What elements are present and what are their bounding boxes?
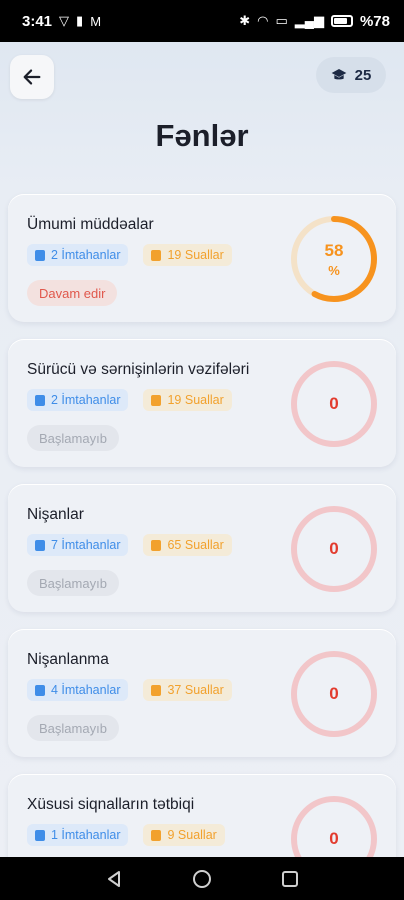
progress-ring: 0: [289, 794, 379, 857]
page-title: Fənlər: [155, 118, 249, 153]
question-count-chip: 9 Suallar: [143, 824, 225, 846]
progress-ring: 0: [289, 504, 379, 594]
question-count: 19 Suallar: [167, 393, 224, 407]
subject-title: Nişanlar: [27, 506, 84, 523]
subject-stats: 2 İmtahanlar 19 Suallar: [27, 244, 232, 266]
bluetooth-icon: ✱: [239, 13, 251, 28]
exam-icon: [35, 394, 45, 406]
subject-stats: 7 İmtahanlar 65 Suallar: [27, 534, 232, 556]
gmail-icon: M: [90, 13, 102, 29]
status-time: 3:41: [22, 12, 53, 30]
progress-value: 0: [329, 684, 339, 703]
subject-stats: 1 İmtahanlar 9 Suallar: [27, 824, 225, 846]
header: 25 Fənlər: [0, 42, 404, 177]
subject-card[interactable]: Nişanlanma 4 İmtahanlar 37 Suallar Başlamay…: [8, 629, 396, 757]
question-icon: [151, 829, 162, 841]
progress-label: 0: [289, 504, 379, 594]
question-icon: [151, 394, 162, 406]
graduation-cap-icon: [331, 69, 346, 80]
vpn-icon: ▽: [59, 13, 70, 28]
wifi-icon: ◠: [257, 13, 269, 28]
exam-count: 7 İmtahanlar: [51, 538, 121, 552]
subject-stats: 4 İmtahanlar 37 Suallar: [27, 679, 232, 701]
exam-count-chip: 4 İmtahanlar: [27, 679, 129, 701]
question-count: 37 Suallar: [167, 683, 224, 697]
question-count-chip: 65 Suallar: [143, 534, 232, 556]
progress-label: 0: [289, 794, 379, 857]
nav-home-icon[interactable]: [192, 869, 212, 889]
progress-value: 58: [324, 240, 344, 260]
exam-icon: [35, 249, 45, 261]
signal-icon: ▂▄▆: [294, 13, 324, 28]
progress-value: 0: [329, 539, 339, 558]
exam-count-chip: 2 İmtahanlar: [27, 244, 129, 266]
exam-icon: [35, 539, 45, 551]
exam-count: 1 İmtahanlar: [51, 828, 121, 842]
subject-card[interactable]: Nişanlar 7 İmtahanlar 65 Suallar Başlamayıb…: [8, 484, 396, 612]
question-count: 9 Suallar: [167, 828, 217, 842]
progress-ring: 0: [289, 359, 379, 449]
status-badge: Davam edir: [27, 280, 118, 306]
question-icon: [151, 249, 162, 261]
status-badge: Başlamayıb: [27, 715, 119, 741]
subject-card[interactable]: Ümumi müddəalar 2 İmtahanlar 19 Suallar Dav…: [8, 194, 396, 322]
question-icon: [151, 684, 162, 696]
question-count-chip: 19 Suallar: [143, 389, 232, 411]
xp-count: 25: [354, 66, 372, 84]
exam-icon: [35, 829, 45, 841]
subject-card[interactable]: Xüsusi siqnalların tətbiqi 1 İmtahanlar 9 …: [8, 774, 396, 857]
question-count-chip: 19 Suallar: [143, 244, 232, 266]
question-count: 19 Suallar: [167, 248, 224, 262]
question-icon: [151, 539, 162, 551]
exam-count: 4 İmtahanlar: [51, 683, 121, 697]
exam-count-chip: 2 İmtahanlar: [27, 389, 129, 411]
question-count: 65 Suallar: [167, 538, 224, 552]
app-screen: 25 Fənlər Ümumi müddəalar 2 İmtahanlar 19 …: [0, 42, 404, 857]
exam-count: 2 İmtahanlar: [51, 248, 121, 262]
progress-label: 58%: [289, 214, 379, 304]
nav-recents-icon[interactable]: [280, 869, 300, 889]
progress-ring: 0: [289, 649, 379, 739]
progress-value: 0: [329, 394, 339, 413]
question-count-chip: 37 Suallar: [143, 679, 232, 701]
arrow-left-icon: [23, 69, 41, 85]
progress-ring: 58%: [289, 214, 379, 304]
status-badge: Başlamayıb: [27, 570, 119, 596]
sim-icon: ▮: [76, 13, 84, 28]
hd-icon: ▭: [275, 13, 288, 28]
battery-icon: [330, 15, 353, 27]
xp-badge[interactable]: 25: [316, 57, 386, 93]
exam-count-chip: 1 İmtahanlar: [27, 824, 129, 846]
exam-count: 2 İmtahanlar: [51, 393, 121, 407]
battery-text: %78: [359, 12, 390, 30]
exam-icon: [35, 684, 45, 696]
progress-unit: %: [328, 262, 340, 278]
progress-label: 0: [289, 649, 379, 739]
back-button[interactable]: [10, 55, 54, 99]
status-bar: 3:41 ▽ ▮ M ✱ ◠ ▭ ▂▄▆ %78: [0, 0, 404, 42]
progress-value: 0: [329, 829, 339, 848]
status-badge: Başlamayıb: [27, 425, 119, 451]
subject-title: Sürücü və sərnişinlərin vəzifələri: [27, 361, 250, 378]
subject-card[interactable]: Sürücü və sərnişinlərin vəzifələri 2 İmta…: [8, 339, 396, 467]
subject-title: Ümumi müddəalar: [27, 216, 154, 233]
system-nav-bar: [0, 857, 404, 900]
subject-stats: 2 İmtahanlar 19 Suallar: [27, 389, 232, 411]
exam-count-chip: 7 İmtahanlar: [27, 534, 129, 556]
subject-title: Nişanlanma: [27, 651, 109, 668]
progress-label: 0: [289, 359, 379, 449]
subject-title: Xüsusi siqnalların tətbiqi: [27, 796, 195, 813]
nav-back-icon[interactable]: [104, 869, 124, 889]
